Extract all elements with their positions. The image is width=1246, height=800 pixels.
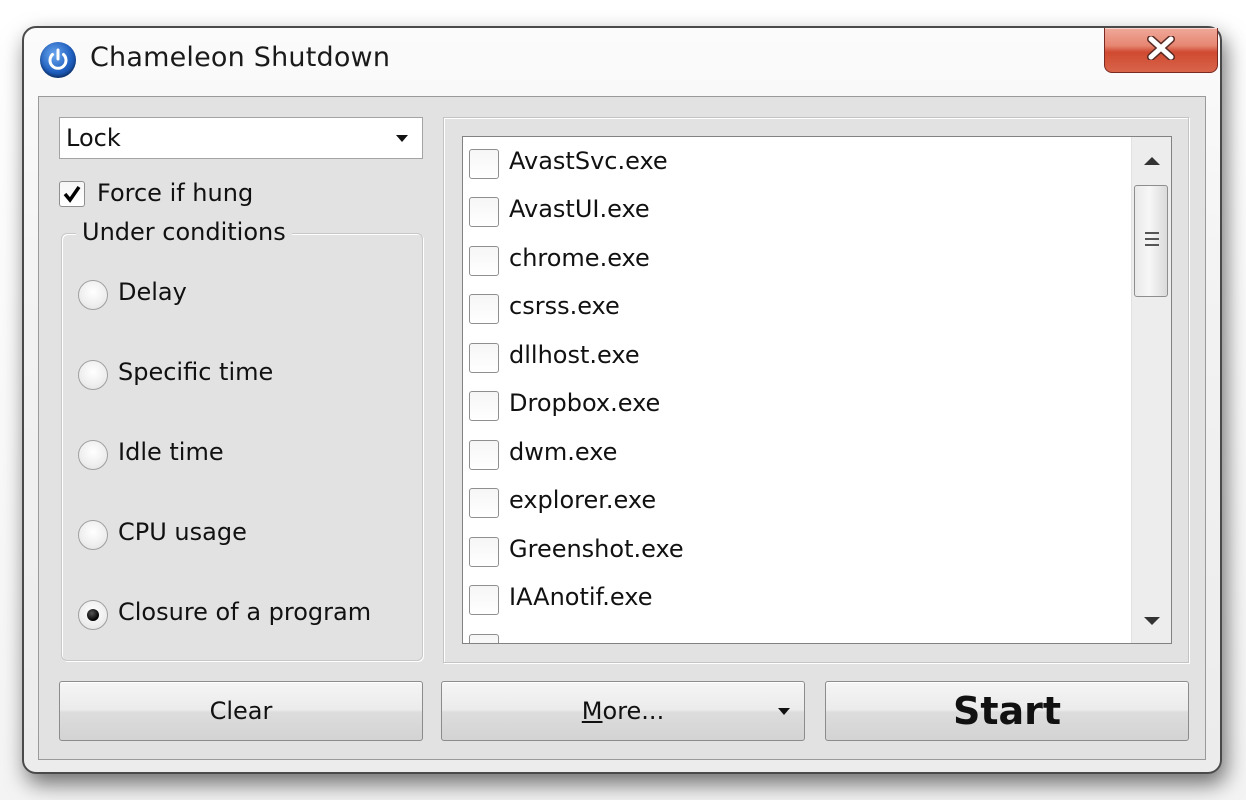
force-if-hung-label: Force if hung	[97, 179, 254, 207]
list-item[interactable]: dllhost.exe	[469, 335, 1119, 379]
radio-label: Specific time	[118, 358, 274, 386]
list-item-checkbox[interactable]	[469, 440, 499, 470]
clear-button[interactable]: Clear	[59, 681, 423, 741]
radio-label: Closure of a program	[118, 598, 372, 626]
clear-button-label: Clear	[209, 697, 273, 725]
list-item-label: chrome.exe	[509, 244, 650, 272]
window-title: Chameleon Shutdown	[90, 42, 391, 73]
list-item-label: IAAnotif.exe	[509, 583, 653, 611]
list-item-label: Dropbox.exe	[509, 389, 661, 417]
list-item-checkbox[interactable]	[469, 585, 499, 615]
list-item-label: Greenshot.exe	[509, 535, 684, 563]
radio-label: CPU usage	[118, 518, 247, 546]
vertical-scrollbar[interactable]	[1131, 137, 1171, 643]
list-item-label: AvastSvc.exe	[509, 147, 668, 175]
list-item-partial[interactable]	[469, 626, 1119, 643]
radio-button[interactable]	[78, 440, 108, 470]
list-item-label: dllhost.exe	[509, 341, 640, 369]
list-item-label: csrss.exe	[509, 292, 620, 320]
list-item-checkbox[interactable]	[469, 488, 499, 518]
process-list[interactable]: AvastSvc.exe AvastUI.exe chrome.exe csrs…	[462, 136, 1172, 644]
radio-label: Delay	[118, 278, 187, 306]
list-item[interactable]: Greenshot.exe	[469, 529, 1119, 573]
list-item-checkbox[interactable]	[469, 246, 499, 276]
process-list-frame: AvastSvc.exe AvastUI.exe chrome.exe csrs…	[443, 117, 1189, 663]
action-select[interactable]: Lock	[59, 117, 423, 159]
list-item[interactable]: AvastSvc.exe	[469, 141, 1119, 185]
radio-button[interactable]	[78, 280, 108, 310]
list-item[interactable]: Dropbox.exe	[469, 383, 1119, 427]
list-item-checkbox[interactable]	[469, 149, 499, 179]
list-item-label: dwm.exe	[509, 438, 618, 466]
list-item[interactable]: dwm.exe	[469, 432, 1119, 476]
app-window: Chameleon Shutdown Lock Force if hung Un…	[22, 26, 1222, 774]
more-label-rest: ore...	[602, 697, 665, 725]
checkmark-icon	[63, 186, 81, 203]
list-item-label: AvastUI.exe	[509, 195, 650, 223]
action-select-value: Lock	[66, 124, 121, 152]
list-item-checkbox[interactable]	[469, 634, 499, 643]
chevron-down-icon	[396, 135, 408, 142]
list-item[interactable]: explorer.exe	[469, 480, 1119, 524]
list-item-checkbox[interactable]	[469, 391, 499, 421]
close-icon	[1147, 36, 1175, 60]
radio-button-selected[interactable]	[78, 600, 108, 630]
scroll-thumb[interactable]	[1134, 185, 1168, 297]
radio-button[interactable]	[78, 520, 108, 550]
scroll-up-arrow-icon[interactable]	[1144, 157, 1160, 165]
close-button[interactable]	[1104, 28, 1218, 73]
group-legend: Under conditions	[76, 218, 292, 246]
accelerator-key: M	[581, 697, 603, 725]
list-item[interactable]: csrss.exe	[469, 286, 1119, 330]
grip-line	[1145, 238, 1159, 240]
scroll-down-arrow-icon[interactable]	[1144, 617, 1160, 625]
radio-label: Idle time	[118, 438, 224, 466]
more-button[interactable]: More...	[441, 681, 805, 741]
radio-button[interactable]	[78, 360, 108, 390]
grip-line	[1145, 232, 1159, 234]
title-bar[interactable]: Chameleon Shutdown	[24, 28, 1220, 98]
client-area: Lock Force if hung Under conditions Dela…	[38, 96, 1206, 760]
list-item[interactable]: chrome.exe	[469, 238, 1119, 282]
list-item[interactable]: IAAnotif.exe	[469, 577, 1119, 621]
list-item-checkbox[interactable]	[469, 537, 499, 567]
checkbox-box[interactable]	[59, 181, 85, 207]
power-icon	[40, 42, 76, 78]
list-item-checkbox[interactable]	[469, 197, 499, 227]
under-conditions-group: Under conditions Delay Specific time Idl…	[61, 218, 423, 661]
radio-dot-icon	[87, 609, 99, 621]
list-item[interactable]: AvastUI.exe	[469, 189, 1119, 233]
list-item-checkbox[interactable]	[469, 294, 499, 324]
grip-line	[1145, 244, 1159, 246]
dropdown-arrow-icon	[778, 708, 790, 715]
more-button-label: More...	[442, 682, 804, 740]
start-button[interactable]: Start	[825, 681, 1189, 741]
list-item-checkbox[interactable]	[469, 343, 499, 373]
list-item-label: explorer.exe	[509, 486, 657, 514]
start-button-label: Start	[952, 689, 1062, 733]
